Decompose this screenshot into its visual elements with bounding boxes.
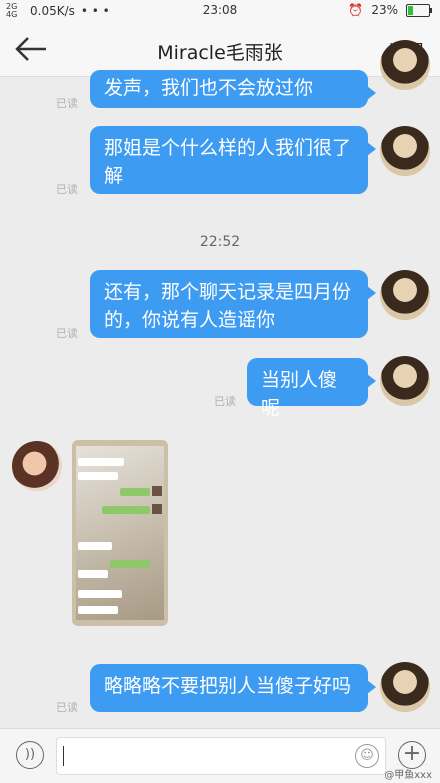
battery-percent: 23% <box>371 3 398 17</box>
read-receipt: 已读 <box>56 183 78 196</box>
read-receipt: 已读 <box>56 327 78 340</box>
message-bubble[interactable]: 还有，那个聊天记录是四月份的，你说有人造谣你 <box>90 270 376 338</box>
image-message[interactable] <box>72 440 168 626</box>
plus-icon[interactable]: + <box>398 741 426 769</box>
alarm-icon: ⏰ <box>348 3 364 17</box>
read-receipt: 已读 <box>56 701 78 714</box>
message-bubble[interactable]: 略略略不要把别人当傻子好吗 <box>90 664 376 712</box>
my-avatar[interactable] <box>380 270 430 320</box>
timestamp: 22:52 <box>199 234 241 250</box>
battery-icon <box>406 3 432 17</box>
input-bar: )) ☺ + <box>0 728 440 783</box>
screenshot-thumbnail <box>76 446 164 620</box>
watermark: @甲鱼xxx <box>384 770 432 781</box>
contact-avatar[interactable] <box>12 441 62 491</box>
my-avatar[interactable] <box>380 126 430 176</box>
my-avatar[interactable] <box>380 40 430 90</box>
my-avatar[interactable] <box>380 356 430 406</box>
message-bubble[interactable]: 发声，我们也不会放过你 <box>90 70 376 108</box>
read-receipt: 已读 <box>56 97 78 110</box>
text-caret <box>63 746 64 766</box>
read-receipt: 已读 <box>214 395 236 408</box>
message-input[interactable]: ☺ <box>56 737 386 775</box>
emoji-icon[interactable]: ☺ <box>355 744 379 768</box>
chat-title[interactable]: Miracle毛雨张 <box>0 38 440 65</box>
message-bubble[interactable]: 那姐是个什么样的人我们很了解 <box>90 126 376 194</box>
my-avatar[interactable] <box>380 662 430 712</box>
chat-header: Miracle毛雨张 设置 <box>0 22 440 77</box>
status-bar: 2G 4G 0.05K/s • • • 23:08 ⏰ 23% <box>0 0 440 22</box>
message-bubble[interactable]: 当别人傻呢 <box>247 358 376 419</box>
voice-icon[interactable]: )) <box>16 741 44 769</box>
